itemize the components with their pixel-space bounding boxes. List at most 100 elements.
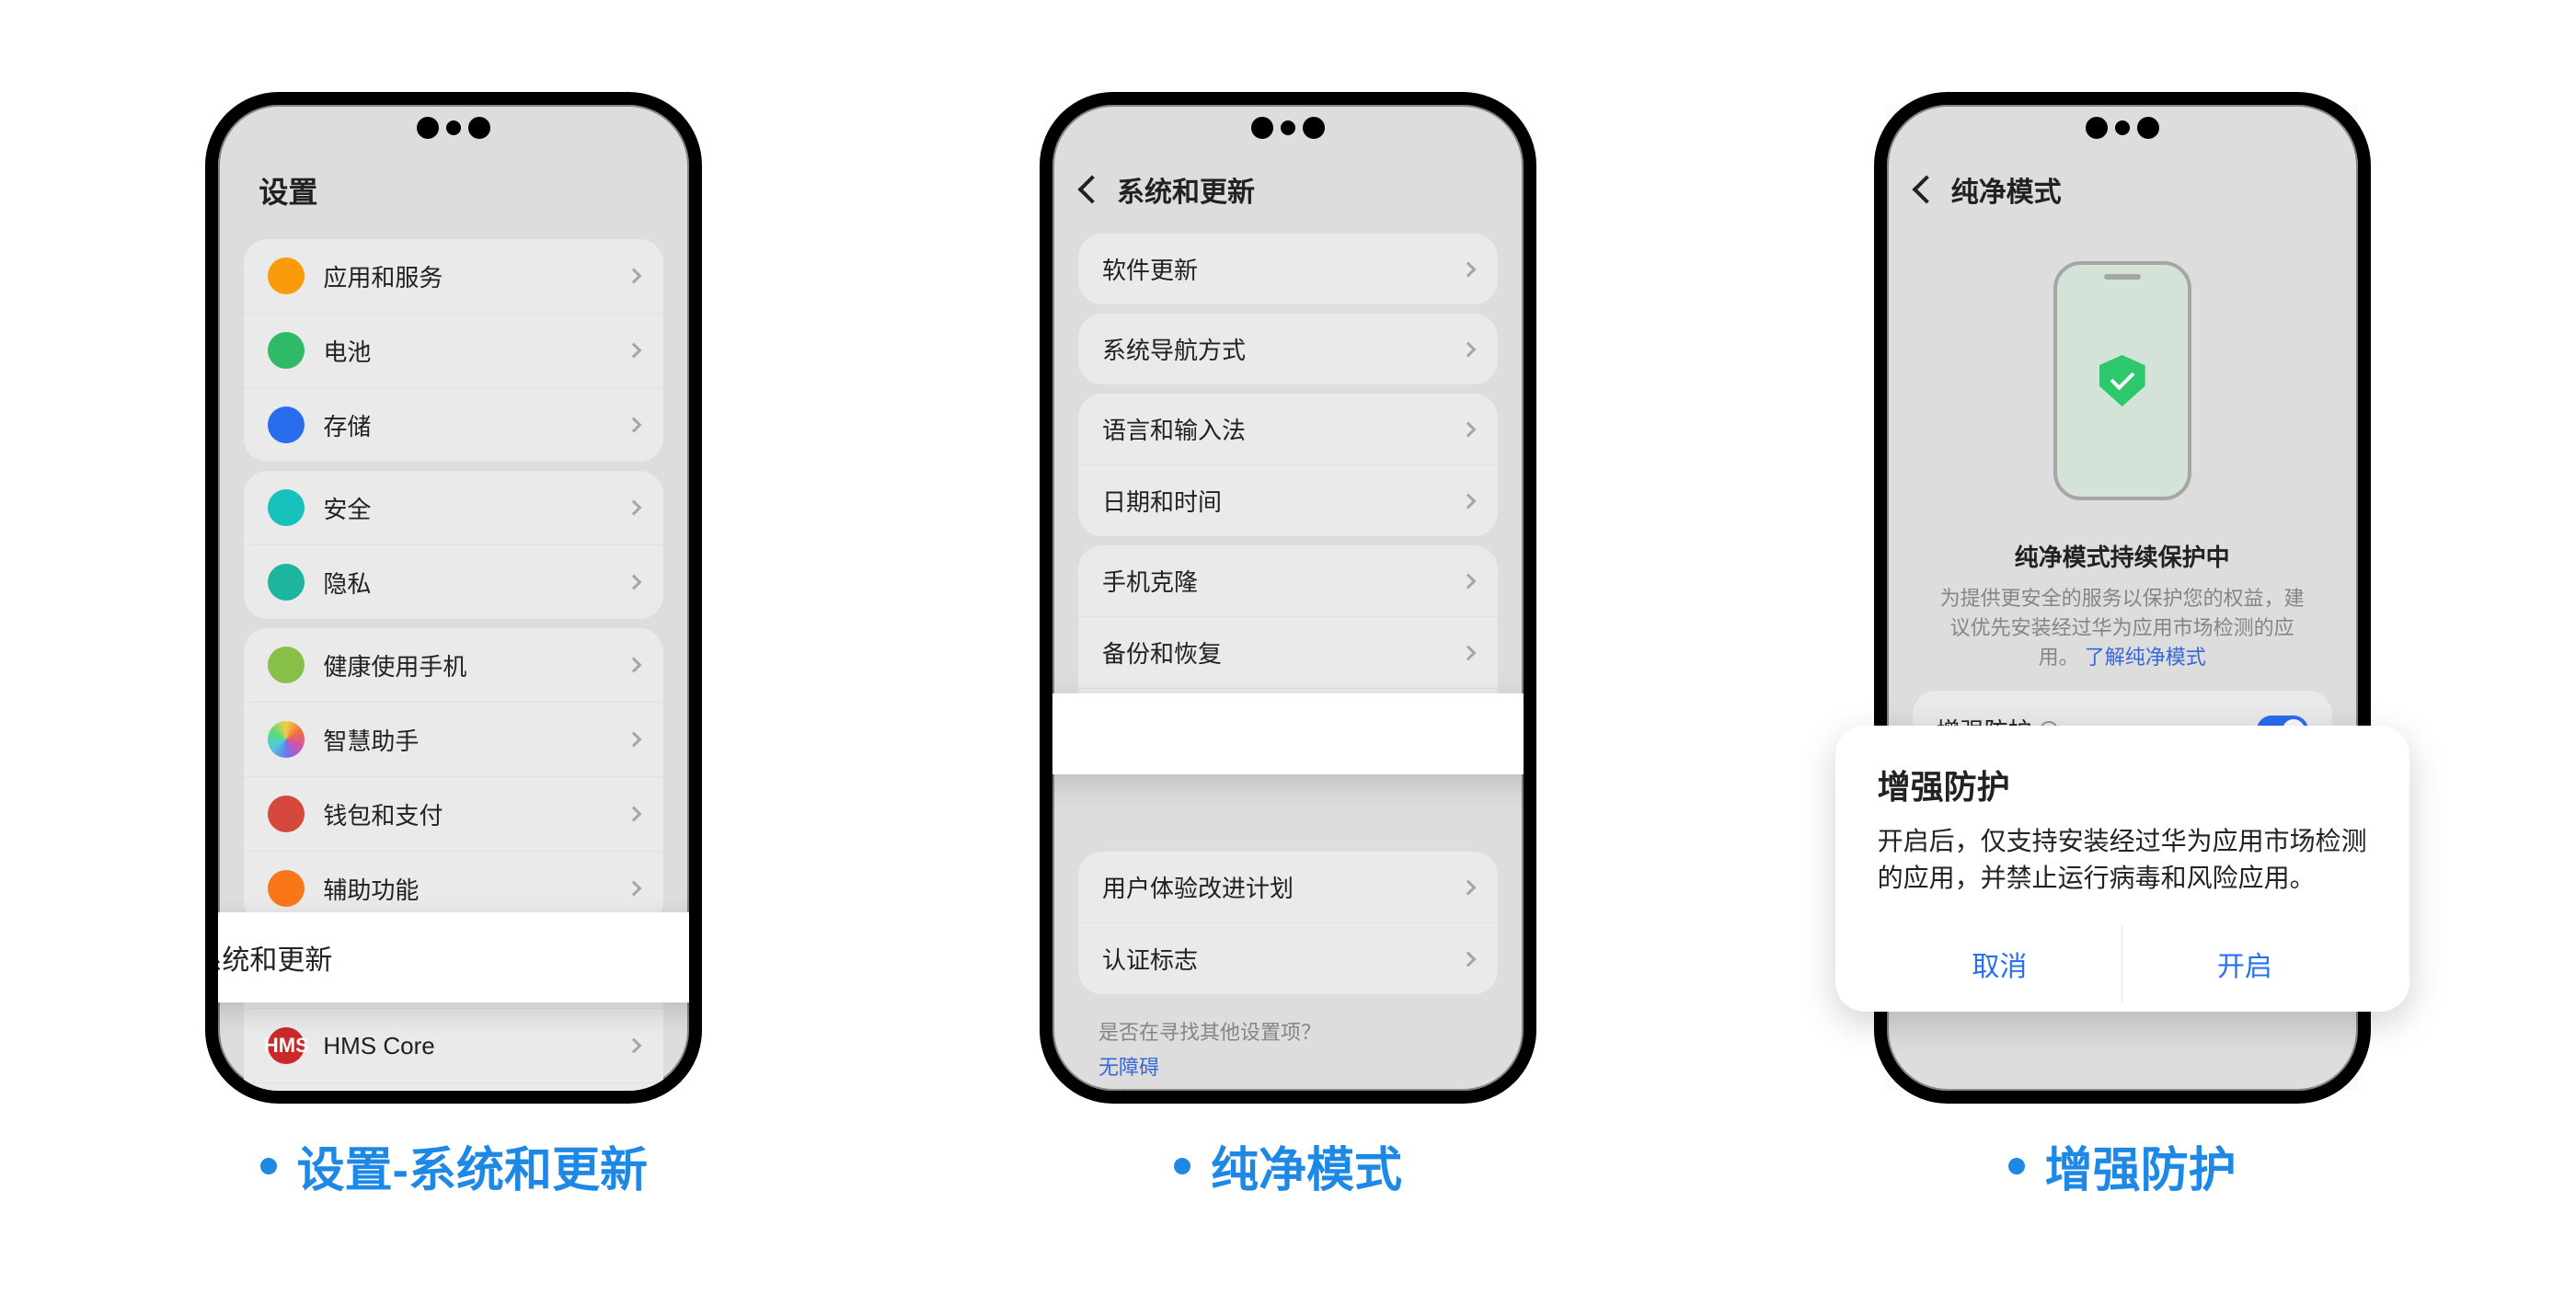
settings-item-label: 安全 — [323, 491, 628, 525]
footer-link-accessibility[interactable]: 无障碍 — [1098, 1051, 1478, 1081]
chevron-right-icon — [627, 269, 642, 284]
footer-link-tips[interactable]: 玩机技巧 — [1098, 1084, 1478, 1104]
settings-item-label: HMS Core — [323, 1032, 628, 1060]
chevron-right-icon — [1460, 951, 1476, 967]
settings-item[interactable]: 钱包和支付 — [244, 776, 663, 851]
app-icon — [268, 564, 305, 601]
caption-3: 增强防护 — [2008, 1131, 2237, 1200]
dialog-title: 增强防护 — [1878, 761, 2367, 808]
column-pure-mode: 纯净模式 纯净模式持续保护中 为提供更安全的服务以保护您的权益，建议优先安装经过… — [1874, 92, 2371, 1200]
settings-item[interactable]: 关于手机 — [244, 1082, 663, 1104]
chevron-right-icon — [627, 1038, 642, 1054]
settings-group: 健康使用手机智慧助手钱包和支付辅助功能 — [244, 628, 663, 925]
phone-notch — [2076, 116, 2168, 140]
system-update-item[interactable]: 用户体验改进计划 — [1078, 852, 1498, 922]
callout-pure-mode[interactable]: 纯净模式 — [1040, 693, 1536, 774]
settings-item[interactable]: 存储 — [244, 387, 663, 462]
column-system-update: 系统和更新 软件更新系统导航方式语言和输入法日期和时间手机克隆备份和恢复重置 用… — [1040, 92, 1536, 1200]
app-icon: HMS — [268, 1027, 305, 1064]
phone-system-update: 系统和更新 软件更新系统导航方式语言和输入法日期和时间手机克隆备份和恢复重置 用… — [1040, 92, 1536, 1104]
callout-label: 系统和更新 — [205, 937, 702, 978]
search-other-settings: 是否在寻找其他设置项？ 无障碍 玩机技巧 — [1071, 1003, 1505, 1104]
phone-notch — [408, 116, 500, 140]
column-settings: 设置 应用和服务电池存储安全隐私健康使用手机智慧助手钱包和支付辅助功能用户和帐户… — [205, 92, 702, 1200]
shield-icon — [2099, 355, 2145, 407]
callout-label: 纯净模式 — [1040, 714, 1536, 754]
dialog-ok-button[interactable]: 开启 — [2122, 925, 2367, 1002]
chevron-right-icon — [1460, 879, 1476, 895]
system-update-item[interactable]: 手机克隆 — [1078, 545, 1498, 616]
back-arrow-icon — [1077, 175, 1106, 203]
dialog-body: 开启后，仅支持安装经过华为应用市场检测的应用，并禁止运行病毒和风险应用。 — [1878, 823, 2367, 898]
settings-item[interactable]: 智慧助手 — [244, 702, 663, 776]
system-update-item[interactable]: 语言和输入法 — [1078, 394, 1498, 464]
system-update-item-label: 备份和恢复 — [1102, 636, 1463, 670]
system-update-group: 系统导航方式 — [1078, 314, 1498, 384]
system-update-item-label: 语言和输入法 — [1102, 412, 1463, 446]
chevron-right-icon — [627, 575, 642, 590]
system-update-item[interactable]: 日期和时间 — [1078, 464, 1498, 536]
chevron-right-icon — [627, 807, 642, 822]
caption-1: 设置-系统和更新 — [260, 1131, 648, 1200]
app-icon — [268, 870, 305, 907]
chevron-right-icon — [627, 732, 642, 748]
hint-title: 纯净模式持续保护中 — [1905, 539, 2340, 573]
page-title: 设置 — [236, 160, 671, 230]
phone-pure-mode: 纯净模式 纯净模式持续保护中 为提供更安全的服务以保护您的权益，建议优先安装经过… — [1874, 92, 2371, 1104]
chevron-right-icon — [1460, 341, 1476, 357]
back-arrow-icon — [1912, 175, 1940, 203]
settings-item[interactable]: 安全 — [244, 471, 663, 544]
enhanced-protection-dialog: 增强防护 开启后，仅支持安装经过华为应用市场检测的应用，并禁止运行病毒和风险应用… — [1835, 726, 2409, 1012]
chevron-right-icon — [1460, 421, 1476, 437]
settings-item-label: 辅助功能 — [323, 872, 628, 906]
system-update-group: 语言和输入法日期和时间 — [1078, 394, 1498, 536]
system-update-item-label: 日期和时间 — [1102, 484, 1463, 518]
learn-more-link[interactable]: 了解纯净模式 — [2085, 646, 2206, 669]
settings-item[interactable]: 电池 — [244, 313, 663, 387]
hint-body: 为提供更安全的服务以保护您的权益，建议优先安装经过华为应用市场检测的应用。 了解… — [1905, 582, 2340, 670]
system-update-item[interactable]: 系统导航方式 — [1078, 314, 1498, 384]
settings-item-label: 钱包和支付 — [323, 797, 628, 831]
system-update-screen: 系统和更新 软件更新系统导航方式语言和输入法日期和时间手机克隆备份和恢复重置 用… — [1052, 105, 1524, 1091]
settings-item-label: 应用和服务 — [323, 259, 628, 293]
settings-item-label: 关于手机 — [323, 1104, 628, 1105]
caption-2: 纯净模式 — [1174, 1131, 1402, 1200]
chevron-right-icon — [1460, 645, 1476, 660]
app-icon — [268, 489, 305, 526]
back-row[interactable]: 纯净模式 — [1905, 160, 2340, 224]
header-label: 系统和更新 — [1117, 169, 1255, 210]
protection-illustration — [1905, 224, 2340, 522]
system-update-group: 软件更新 — [1078, 234, 1498, 304]
system-update-item-label: 手机克隆 — [1102, 564, 1463, 598]
settings-item[interactable]: 应用和服务 — [244, 239, 663, 313]
system-update-item-label: 系统导航方式 — [1102, 332, 1463, 366]
system-update-item[interactable]: 软件更新 — [1078, 234, 1498, 304]
back-row[interactable]: 系统和更新 — [1071, 160, 1505, 224]
chevron-right-icon — [627, 881, 642, 897]
dialog-cancel-button[interactable]: 取消 — [1878, 925, 2122, 1002]
settings-item[interactable]: 隐私 — [244, 544, 663, 619]
chevron-right-icon — [627, 418, 642, 433]
system-update-item[interactable]: 备份和恢复 — [1078, 616, 1498, 688]
app-icon — [268, 796, 305, 832]
system-update-item-label: 用户体验改进计划 — [1102, 870, 1463, 904]
settings-item-label: 隐私 — [323, 566, 628, 600]
app-icon — [268, 1102, 305, 1104]
chevron-right-icon — [1460, 573, 1476, 589]
settings-group: 应用和服务电池存储 — [244, 239, 663, 462]
app-icon — [268, 258, 305, 294]
settings-item-label: 电池 — [323, 334, 628, 368]
settings-item[interactable]: 健康使用手机 — [244, 628, 663, 702]
settings-item-label: 健康使用手机 — [323, 648, 628, 682]
system-update-item-label: 软件更新 — [1102, 252, 1463, 286]
chevron-right-icon — [627, 658, 642, 673]
chevron-right-icon — [1460, 493, 1476, 509]
phone-notch — [1242, 116, 1334, 140]
settings-item[interactable]: HMS HMS Core — [244, 1008, 663, 1082]
settings-group: 安全隐私 — [244, 471, 663, 619]
app-icon — [268, 332, 305, 369]
callout-system-update[interactable]: 系统和更新 — [205, 912, 702, 1002]
system-update-item[interactable]: 认证标志 — [1078, 922, 1498, 994]
chevron-right-icon — [627, 500, 642, 516]
phone-shield-icon — [2053, 261, 2191, 500]
